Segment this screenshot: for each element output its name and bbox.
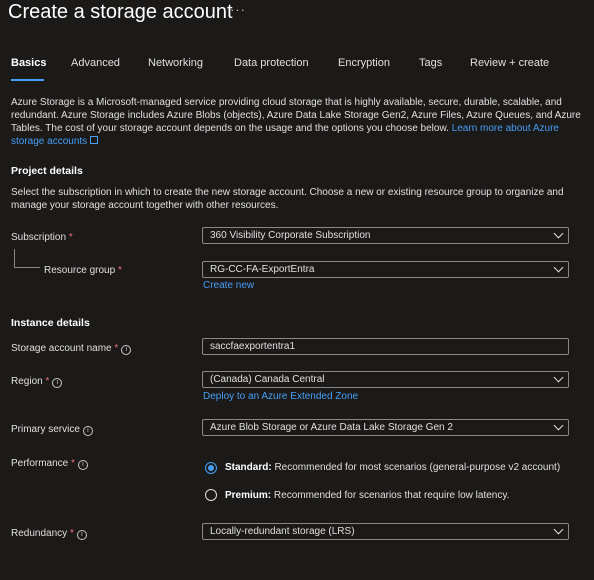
chevron-down-icon — [553, 228, 564, 239]
chevron-down-icon — [553, 262, 564, 273]
intro-line-1: Azure Storage is a Microsoft-managed ser… — [11, 97, 562, 108]
instance-details-heading: Instance details — [11, 317, 90, 329]
primary-service-label-text: Primary service — [11, 424, 80, 435]
learn-more-link[interactable]: Learn more about Azure — [452, 123, 559, 134]
tree-connector — [14, 249, 15, 267]
tab-data-protection[interactable]: Data protection — [234, 57, 309, 69]
intro-line-2: redundant. Azure Storage includes Azure … — [11, 110, 581, 121]
redundancy-label: Redundancy * i — [11, 528, 87, 540]
subscription-value: 360 Visibility Corporate Subscription — [210, 230, 371, 241]
chevron-down-icon — [553, 524, 564, 535]
performance-premium-radio[interactable] — [205, 489, 217, 501]
premium-description: Recommended for scenarios that require l… — [273, 490, 510, 501]
storage-account-name-label-text: Storage account name — [11, 343, 112, 354]
required-mark: * — [117, 265, 122, 276]
tree-connector-branch — [14, 267, 40, 268]
intro-line-3-text: Tables. The cost of your storage account… — [11, 123, 449, 134]
tab-advanced[interactable]: Advanced — [71, 57, 120, 69]
premium-title: Premium: — [225, 490, 272, 501]
standard-description: Recommended for most scenarios (general-… — [274, 462, 561, 473]
tab-encryption[interactable]: Encryption — [338, 57, 390, 69]
required-mark: * — [45, 376, 50, 387]
active-tab-indicator — [11, 79, 44, 81]
storage-account-name-value: saccfaexportentra1 — [210, 341, 296, 352]
project-desc-line-2: manage your storage account together wit… — [11, 200, 279, 211]
info-icon[interactable]: i — [82, 426, 93, 436]
resource-group-dropdown[interactable]: RG-CC-FA-ExportEntra — [202, 261, 569, 278]
region-label: Region * i — [11, 376, 63, 388]
intro-line-4: storage accounts — [11, 135, 586, 148]
page-title: Create a storage account — [8, 1, 233, 23]
info-icon[interactable]: i — [76, 530, 87, 540]
primary-service-label: Primary service i — [11, 424, 93, 436]
tab-networking[interactable]: Networking — [148, 57, 203, 69]
chevron-down-icon — [553, 372, 564, 383]
project-description: Select the subscription in which to crea… — [11, 186, 586, 212]
primary-service-dropdown[interactable]: Azure Blob Storage or Azure Data Lake St… — [202, 419, 569, 436]
redundancy-dropdown[interactable]: Locally-redundant storage (LRS) — [202, 523, 569, 540]
subscription-label: Subscription * — [11, 232, 73, 243]
resource-group-value: RG-CC-FA-ExportEntra — [210, 264, 315, 275]
performance-label: Performance * i — [11, 458, 88, 470]
more-options-icon[interactable]: ··· — [230, 2, 246, 17]
tab-review-create[interactable]: Review + create — [470, 57, 549, 69]
storage-accounts-link[interactable]: storage accounts — [11, 136, 87, 147]
project-details-heading: Project details — [11, 165, 83, 177]
subscription-dropdown[interactable]: 360 Visibility Corporate Subscription — [202, 227, 569, 244]
create-new-link[interactable]: Create new — [203, 280, 254, 291]
info-icon[interactable]: i — [77, 460, 88, 470]
resource-group-label: Resource group * — [44, 265, 122, 276]
resource-group-label-text: Resource group — [44, 265, 116, 276]
region-label-text: Region — [11, 376, 43, 387]
required-mark: * — [114, 343, 119, 354]
external-link-icon — [90, 136, 99, 144]
redundancy-label-text: Redundancy — [11, 528, 68, 539]
subscription-label-text: Subscription — [11, 232, 67, 243]
storage-account-name-label: Storage account name * i — [11, 343, 132, 355]
extended-zone-link[interactable]: Deploy to an Azure Extended Zone — [203, 391, 358, 402]
storage-account-name-input[interactable]: saccfaexportentra1 — [202, 338, 569, 355]
standard-title: Standard: — [225, 462, 272, 473]
performance-label-text: Performance — [11, 458, 69, 469]
performance-standard-option[interactable]: Standard: Recommended for most scenarios… — [225, 462, 560, 473]
required-mark: * — [68, 232, 73, 243]
info-icon[interactable]: i — [52, 378, 63, 388]
tab-basics[interactable]: Basics — [11, 57, 46, 69]
region-value: (Canada) Canada Central — [210, 374, 325, 385]
region-dropdown[interactable]: (Canada) Canada Central — [202, 371, 569, 388]
primary-service-value: Azure Blob Storage or Azure Data Lake St… — [210, 422, 453, 433]
redundancy-value: Locally-redundant storage (LRS) — [210, 526, 355, 537]
required-mark: * — [69, 528, 74, 539]
required-mark: * — [71, 458, 75, 469]
tab-tags[interactable]: Tags — [419, 57, 442, 69]
intro-paragraph: Azure Storage is a Microsoft-managed ser… — [11, 96, 586, 148]
performance-standard-radio[interactable] — [205, 462, 217, 474]
project-desc-line-1: Select the subscription in which to crea… — [11, 187, 564, 198]
intro-line-3: Tables. The cost of your storage account… — [11, 122, 586, 135]
info-icon[interactable]: i — [121, 345, 132, 355]
chevron-down-icon — [553, 420, 564, 431]
performance-premium-option[interactable]: Premium: Recommended for scenarios that … — [225, 490, 509, 501]
